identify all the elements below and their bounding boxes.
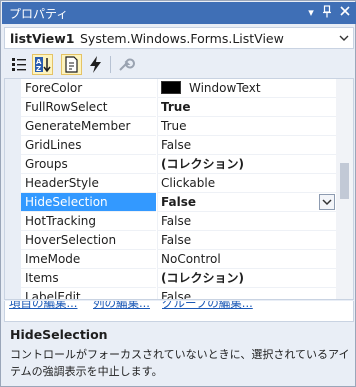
property-value[interactable]: True (157, 117, 337, 136)
panel-title: プロパティ (9, 7, 69, 21)
events-button[interactable] (85, 54, 106, 75)
properties-icon (65, 56, 78, 73)
property-name: Groups (21, 155, 156, 174)
property-name: HotTracking (21, 212, 156, 231)
property-value[interactable]: Clickable (157, 174, 337, 193)
property-row[interactable]: FullRowSelect True (5, 98, 337, 117)
description-text: コントロールがフォーカスされていないときに、選択されているアイテムの強調表示を中… (10, 348, 350, 378)
description-pane: HideSelection コントロールがフォーカスされていないときに、選択され… (4, 321, 354, 383)
property-name: Items (21, 269, 156, 288)
toolbar-separator (110, 56, 111, 73)
property-name: HideSelection (21, 193, 156, 212)
property-name: GenerateMember (21, 117, 156, 136)
property-value[interactable]: True (157, 98, 337, 117)
property-row-selected[interactable]: HideSelection False (5, 193, 337, 212)
chevron-down-icon (339, 35, 349, 41)
property-value[interactable]: False (157, 212, 337, 231)
color-swatch (161, 81, 181, 94)
property-row[interactable]: Groups (コレクション) (5, 155, 337, 174)
property-row[interactable]: GenerateMember True (5, 117, 337, 136)
property-name: ImeMode (21, 250, 156, 269)
property-name: LabelEdit (21, 288, 156, 299)
property-value[interactable]: WindowText (157, 79, 337, 98)
chevron-down-icon (322, 199, 332, 206)
scrollbar-thumb[interactable] (340, 163, 349, 199)
property-name: ForeColor (21, 79, 156, 98)
property-row[interactable]: ForeColor WindowText (5, 79, 337, 98)
description-title: HideSelection (10, 327, 108, 342)
close-icon (340, 6, 350, 16)
property-value[interactable]: (コレクション) (157, 155, 337, 174)
property-value[interactable]: False (157, 288, 337, 299)
property-row[interactable]: Items (コレクション) (5, 269, 337, 288)
window-position-dropdown[interactable]: ▾ (304, 5, 318, 20)
alphabetical-button[interactable]: A Z (32, 54, 53, 75)
properties-toolbar: A Z (4, 52, 354, 77)
svg-text:Z: Z (36, 65, 41, 73)
properties-window: プロパティ ▾ listView1 System.Windows.Forms.L… (0, 0, 356, 387)
property-value[interactable]: (コレクション) (157, 269, 337, 288)
property-value[interactable]: False (157, 193, 337, 212)
property-name: HeaderStyle (21, 174, 156, 193)
property-name: GridLines (21, 136, 156, 155)
property-row[interactable]: LabelEdit False (5, 288, 337, 299)
object-selector-dropdown[interactable]: listView1 System.Windows.Forms.ListView (4, 27, 354, 49)
close-button[interactable] (338, 5, 352, 20)
property-row[interactable]: HoverSelection False (5, 231, 337, 250)
property-row[interactable]: GridLines False (5, 136, 337, 155)
auto-hide-pin-button[interactable] (320, 5, 334, 20)
property-value[interactable]: False (157, 231, 337, 250)
property-grid: ForeColor WindowText FullRowSelect True … (4, 78, 354, 300)
edit-groups-link[interactable]: グループの編集... (162, 301, 253, 311)
property-name: FullRowSelect (21, 98, 156, 117)
wrench-icon (119, 58, 135, 71)
property-name: HoverSelection (21, 231, 156, 250)
edit-items-link[interactable]: 項目の編集... (9, 301, 77, 311)
alphabetical-icon: A Z (35, 57, 51, 73)
title-bar[interactable]: プロパティ ▾ (2, 2, 356, 24)
value-dropdown-button[interactable] (319, 194, 335, 210)
events-icon (90, 56, 101, 73)
vertical-scrollbar[interactable] (336, 79, 353, 299)
property-value[interactable]: NoControl (157, 250, 337, 269)
property-row[interactable]: HeaderStyle Clickable (5, 174, 337, 193)
object-name: listView1 (10, 31, 75, 46)
property-row[interactable]: HotTracking False (5, 212, 337, 231)
property-row[interactable]: ImeMode NoControl (5, 250, 337, 269)
categorized-icon (12, 58, 26, 71)
edit-columns-link[interactable]: 列の編集... (93, 301, 150, 311)
properties-view-button[interactable] (61, 54, 82, 75)
categorized-button[interactable] (9, 54, 30, 75)
property-pages-button[interactable] (115, 54, 136, 75)
pin-icon (323, 5, 331, 18)
command-links: 項目の編集... 列の編集... グループの編集... (4, 301, 354, 321)
object-type: System.Windows.Forms.ListView (80, 31, 284, 46)
property-value[interactable]: False (157, 136, 337, 155)
